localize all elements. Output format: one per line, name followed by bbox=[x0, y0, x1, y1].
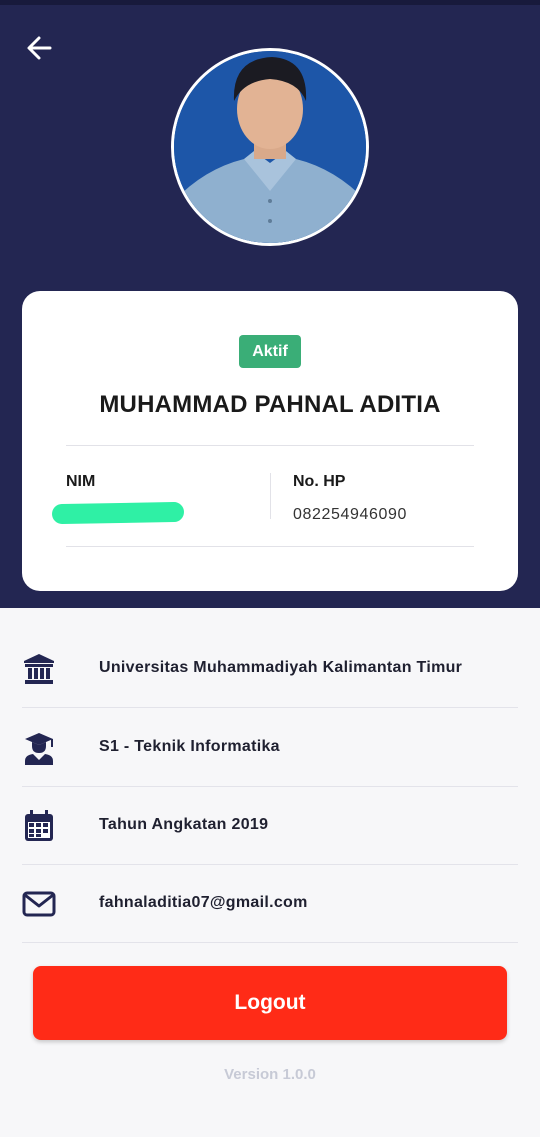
profile-card: Aktif MUHAMMAD PAHNAL ADITIA NIM No. HP … bbox=[22, 291, 518, 591]
arrow-left-icon bbox=[27, 36, 52, 60]
column-divider bbox=[270, 473, 271, 519]
list-item-year: Tahun Angkatan 2019 bbox=[22, 787, 518, 865]
program-text: S1 - Teknik Informatika bbox=[99, 738, 280, 755]
university-text: Universitas Muhammadiyah Kalimantan Timu… bbox=[99, 659, 463, 676]
year-text: Tahun Angkatan 2019 bbox=[99, 816, 269, 833]
phone-value: 082254946090 bbox=[293, 506, 407, 523]
redaction-mark bbox=[51, 501, 185, 525]
divider bbox=[66, 546, 474, 547]
student-name: MUHAMMAD PAHNAL ADITIA bbox=[99, 391, 441, 418]
version-label: Version 1.0.0 bbox=[224, 1066, 316, 1083]
status-badge: Aktif bbox=[239, 335, 301, 368]
divider bbox=[66, 445, 474, 446]
email-text: fahnaladitia07@gmail.com bbox=[99, 894, 308, 911]
back-button[interactable] bbox=[22, 31, 56, 65]
graduate-icon bbox=[25, 733, 53, 765]
calendar-icon bbox=[25, 810, 53, 841]
logout-button[interactable]: Logout bbox=[33, 966, 507, 1040]
nim-label: NIM bbox=[66, 473, 96, 490]
university-icon bbox=[24, 654, 54, 684]
list-item-university: Universitas Muhammadiyah Kalimantan Timu… bbox=[22, 630, 518, 708]
list-item-program: S1 - Teknik Informatika bbox=[22, 709, 518, 787]
mail-icon bbox=[22, 891, 56, 917]
profile-header: Aktif MUHAMMAD PAHNAL ADITIA NIM No. HP … bbox=[0, 0, 540, 608]
list-item-email: fahnaladitia07@gmail.com bbox=[22, 865, 518, 943]
avatar bbox=[171, 48, 369, 246]
phone-label: No. HP bbox=[293, 473, 346, 490]
